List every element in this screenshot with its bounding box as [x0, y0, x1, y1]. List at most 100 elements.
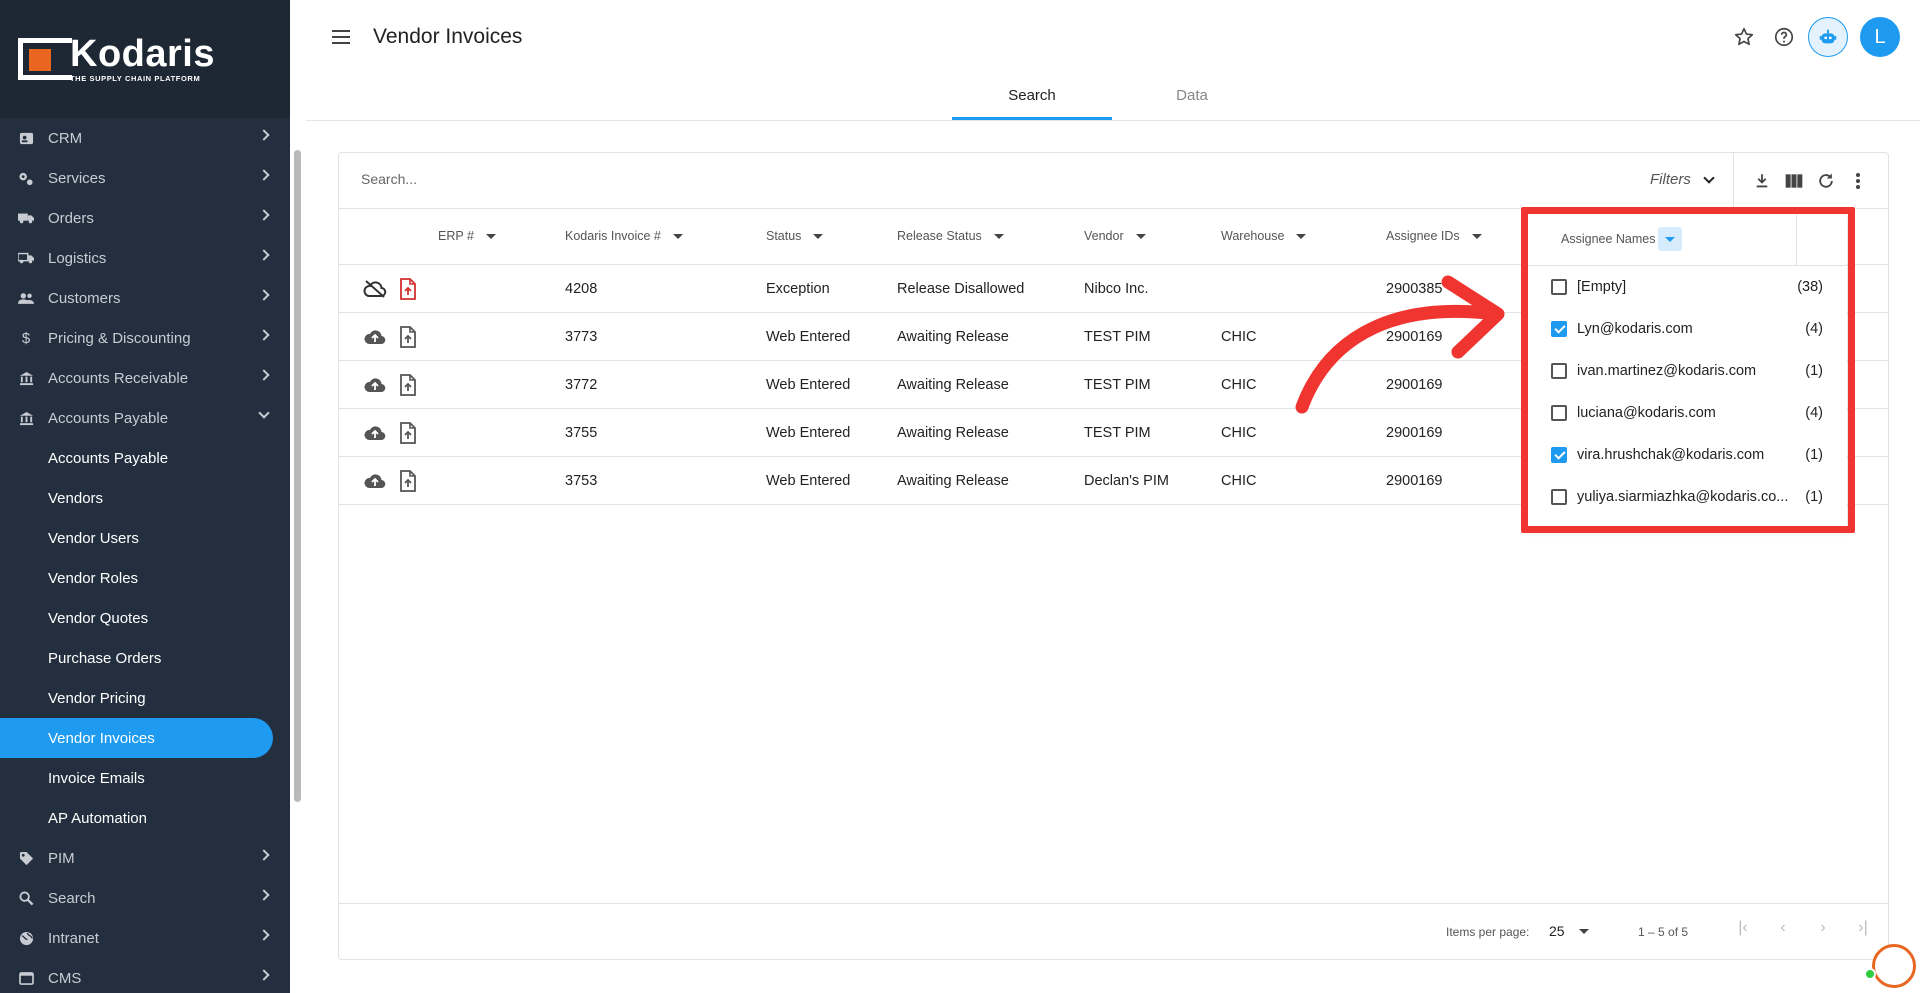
- filters-button[interactable]: Filters: [1650, 171, 1715, 188]
- sidebar-item-intranet[interactable]: Intranet: [0, 918, 290, 958]
- sort-caret-icon[interactable]: [993, 233, 1004, 239]
- sidebar-item-label: Services: [48, 169, 106, 187]
- kodaris-logo-icon: [18, 38, 72, 80]
- sidebar-subitem-vendors[interactable]: Vendors: [0, 478, 290, 518]
- page-title: Vendor Invoices: [373, 25, 523, 48]
- file-upload-icon[interactable]: [399, 470, 417, 492]
- search-input[interactable]: [361, 171, 1061, 187]
- highlight-box: [1521, 207, 1855, 533]
- sort-caret-icon[interactable]: [1296, 233, 1307, 239]
- first-page-icon[interactable]: |‹: [1723, 919, 1763, 937]
- cloud-off-icon[interactable]: [363, 279, 387, 299]
- sidebar-item-pricing-discounting[interactable]: $ Pricing & Discounting: [0, 318, 290, 358]
- sidebar-subitem-vendor-roles[interactable]: Vendor Roles: [0, 558, 290, 598]
- col-warehouse[interactable]: Warehouse: [1221, 229, 1307, 243]
- sidebar-item-label: Search: [48, 889, 96, 907]
- chevron-right-icon: [258, 249, 270, 261]
- prev-page-icon[interactable]: ‹: [1763, 919, 1803, 937]
- browser-icon: [18, 970, 34, 986]
- sidebar-item-label: Pricing & Discounting: [48, 329, 191, 347]
- col-erp[interactable]: ERP #: [438, 229, 496, 243]
- sort-caret-icon[interactable]: [813, 233, 824, 239]
- cloud-upload-icon[interactable]: [363, 471, 387, 491]
- file-upload-icon[interactable]: [399, 374, 417, 396]
- cloud-upload-icon[interactable]: [363, 423, 387, 443]
- sidebar-subitem-vendor-invoices[interactable]: Vendor Invoices: [0, 718, 273, 758]
- items-per-page-select[interactable]: 25: [1549, 923, 1589, 939]
- sidebar-item-logistics[interactable]: Logistics: [0, 238, 290, 278]
- sidebar-subitem-accounts-payable[interactable]: Accounts Payable: [0, 438, 290, 478]
- sidebar-item-label: CMS: [48, 969, 82, 987]
- sidebar-item-crm[interactable]: CRM: [0, 118, 290, 158]
- cell-release-status: Release Disallowed: [897, 281, 1025, 297]
- avatar[interactable]: L: [1860, 17, 1900, 57]
- sidebar-subitem-vendor-quotes[interactable]: Vendor Quotes: [0, 598, 290, 638]
- sidebar-item-label: CRM: [48, 129, 83, 147]
- chevron-down-icon: [1703, 171, 1715, 184]
- cloud-upload-icon[interactable]: [363, 327, 387, 347]
- sidebar: Kodaris THE SUPPLY CHAIN PLATFORM CRM Ser…: [0, 0, 290, 993]
- next-page-icon[interactable]: ›: [1803, 919, 1843, 937]
- download-icon[interactable]: [1748, 171, 1776, 191]
- tab-data[interactable]: Data: [1112, 73, 1272, 120]
- sidebar-subitem-ap-automation[interactable]: AP Automation: [0, 798, 290, 838]
- logo-tagline: THE SUPPLY CHAIN PLATFORM: [70, 74, 201, 83]
- file-upload-icon[interactable]: [399, 278, 417, 300]
- col-kodaris-invoice[interactable]: Kodaris Invoice #: [565, 229, 683, 243]
- sidebar-item-pim[interactable]: PIM: [0, 838, 290, 878]
- col-status[interactable]: Status: [766, 229, 824, 243]
- page-range: 1 – 5 of 5: [1638, 925, 1689, 939]
- sidebar-scrollbar[interactable]: [294, 150, 301, 802]
- cloud-upload-icon[interactable]: [363, 375, 387, 395]
- chevron-right-icon: [258, 129, 270, 141]
- paginator: Items per page: 25 1 – 5 of 5 |‹ ‹ › ›|: [339, 903, 1888, 959]
- help-icon[interactable]: [1770, 23, 1798, 51]
- sort-caret-icon[interactable]: [1135, 233, 1146, 239]
- sort-caret-icon[interactable]: [1471, 233, 1482, 239]
- cell-kodaris-invoice: 3753: [565, 473, 598, 489]
- logo[interactable]: Kodaris THE SUPPLY CHAIN PLATFORM: [0, 0, 290, 118]
- last-page-icon[interactable]: ›|: [1843, 919, 1883, 937]
- truck-icon: [18, 210, 34, 226]
- star-icon[interactable]: [1730, 23, 1758, 51]
- sort-caret-icon[interactable]: [485, 233, 496, 239]
- sidebar-item-services[interactable]: Services: [0, 158, 290, 198]
- globe-icon: [18, 930, 34, 946]
- bank-icon: [18, 410, 34, 426]
- sidebar-item-search[interactable]: Search: [0, 878, 290, 918]
- col-assignee-ids-label: Assignee IDs: [1386, 229, 1460, 243]
- cell-status: Web Entered: [766, 425, 851, 441]
- cell-kodaris-invoice: 4208: [565, 281, 598, 297]
- sidebar-subitem-vendor-users[interactable]: Vendor Users: [0, 518, 290, 558]
- sidebar-item-accounts-payable[interactable]: Accounts Payable: [0, 398, 290, 438]
- sidebar-subitem-vendor-pricing[interactable]: Vendor Pricing: [0, 678, 290, 718]
- sidebar-item-orders[interactable]: Orders: [0, 198, 290, 238]
- file-upload-icon[interactable]: [399, 422, 417, 444]
- caret-down-icon: [1578, 928, 1589, 934]
- sidebar-subitem-purchase-orders[interactable]: Purchase Orders: [0, 638, 290, 678]
- sidebar-item-customers[interactable]: Customers: [0, 278, 290, 318]
- sort-caret-icon[interactable]: [672, 233, 683, 239]
- cell-kodaris-invoice: 3773: [565, 329, 598, 345]
- chat-support-icon[interactable]: [1872, 944, 1916, 988]
- tag-icon: [18, 850, 34, 866]
- sidebar-item-accounts-receivable[interactable]: Accounts Receivable: [0, 358, 290, 398]
- cell-release-status: Awaiting Release: [897, 425, 1009, 441]
- refresh-icon[interactable]: [1812, 171, 1840, 191]
- more-vert-icon[interactable]: [1844, 171, 1872, 191]
- cell-kodaris-invoice: 3772: [565, 377, 598, 393]
- col-assignee-ids[interactable]: Assignee IDs: [1386, 229, 1482, 243]
- col-warehouse-label: Warehouse: [1221, 229, 1285, 243]
- columns-icon[interactable]: [1780, 171, 1808, 191]
- chevron-right-icon: [258, 289, 270, 301]
- tab-search[interactable]: Search: [952, 73, 1112, 120]
- cell-release-status: Awaiting Release: [897, 329, 1009, 345]
- col-vendor[interactable]: Vendor: [1084, 229, 1146, 243]
- file-upload-icon[interactable]: [399, 326, 417, 348]
- menu-icon[interactable]: [332, 30, 350, 44]
- assistant-bot-icon[interactable]: [1808, 17, 1848, 57]
- col-release-status[interactable]: Release Status: [897, 229, 1004, 243]
- cell-release-status: Awaiting Release: [897, 377, 1009, 393]
- sidebar-item-cms[interactable]: CMS: [0, 958, 290, 993]
- sidebar-subitem-invoice-emails[interactable]: Invoice Emails: [0, 758, 290, 798]
